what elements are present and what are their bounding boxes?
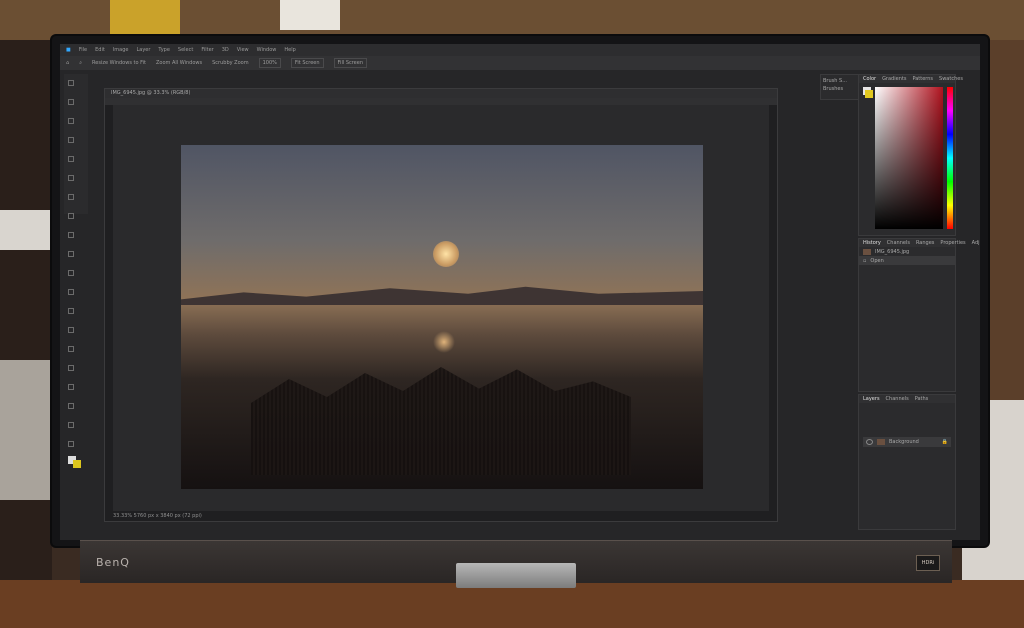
dodge-tool-icon[interactable] [68, 327, 74, 333]
status-bar: 33.33% 5760 px x 3840 px (72 ppi) [113, 513, 202, 519]
tab-history[interactable]: History [863, 239, 881, 247]
background-swatch[interactable] [73, 460, 81, 468]
scrubby-zoom-option[interactable]: Scrubby Zoom [212, 60, 248, 66]
menu-type[interactable]: Type [158, 47, 169, 53]
menu-filter[interactable]: Filter [201, 47, 213, 53]
sun-reflection [433, 331, 455, 353]
tab-color[interactable]: Color [863, 75, 876, 83]
screen: ■ File Edit Image Layer Type Select Filt… [60, 44, 980, 540]
resize-windows-option[interactable]: Resize Windows to Fit [92, 60, 146, 66]
snapshot-thumbnail [863, 248, 871, 255]
lasso-tool-icon[interactable] [68, 118, 74, 124]
menu-view[interactable]: View [237, 47, 249, 53]
history-panel-tabs: History Channels Ranges Properties Adjus… [859, 239, 980, 247]
left-shadow [0, 40, 52, 628]
white-object [280, 0, 340, 30]
menu-help[interactable]: Help [284, 47, 295, 53]
blur-tool-icon[interactable] [68, 308, 74, 314]
tab-layers[interactable]: Layers [863, 395, 880, 403]
type-tool-icon[interactable] [68, 365, 74, 371]
yellow-object [110, 0, 180, 36]
brushes-item[interactable]: Brushes [821, 84, 859, 92]
horizontal-ruler [105, 98, 777, 105]
menu-file[interactable]: File [79, 47, 87, 53]
zoom-icon[interactable]: ⌕ [79, 60, 82, 66]
move-tool-icon[interactable] [68, 80, 74, 86]
layer-controls [859, 403, 955, 437]
color-panel: Color Gradients Patterns Swatches [858, 74, 963, 236]
monitor-brand: BenQ [96, 556, 130, 569]
color-swatches[interactable] [64, 454, 88, 470]
history-step-icon: ▫ [863, 257, 867, 264]
history-step-label: Open [870, 257, 884, 264]
ps-logo-icon: ■ [66, 47, 71, 53]
shape-tool-icon[interactable] [68, 403, 74, 409]
tab-paths[interactable]: Paths [915, 395, 929, 403]
left-book [0, 210, 52, 250]
menu-layer[interactable]: Layer [136, 47, 150, 53]
history-panel: History Channels Ranges Properties Adjus… [858, 238, 980, 392]
canvas-area[interactable] [113, 105, 769, 511]
lock-icon: 🔒 [941, 439, 948, 445]
snapshot-label: IMG_6945.jpg [875, 248, 910, 255]
brush-tool-icon[interactable] [68, 213, 74, 219]
zoom-100-button[interactable]: 100% [258, 58, 281, 68]
history-brush-tool-icon[interactable] [68, 251, 74, 257]
history-snapshot[interactable]: IMG_6945.jpg [859, 247, 955, 256]
tab-channels[interactable]: Channels [887, 239, 910, 247]
tab-layers-channels[interactable]: Channels [886, 395, 909, 403]
color-picker-field[interactable] [875, 87, 943, 229]
tools-panel [64, 74, 88, 468]
hue-slider[interactable] [947, 87, 953, 229]
monitor-stand [456, 563, 576, 588]
tab-gradients[interactable]: Gradients [882, 75, 906, 83]
eyedropper-tool-icon[interactable] [68, 175, 74, 181]
options-bar: ⌂ ⌕ Resize Windows to Fit Zoom All Windo… [60, 56, 980, 70]
zoom-tool-icon[interactable] [68, 441, 74, 447]
layer-thumbnail [877, 439, 885, 445]
history-step-open[interactable]: ▫ Open [859, 256, 955, 265]
color-bg-swatch[interactable] [865, 90, 873, 98]
zoom-all-windows-option[interactable]: Zoom All Windows [156, 60, 202, 66]
tab-swatches[interactable]: Swatches [939, 75, 963, 83]
brush-settings-item[interactable]: Brush S... [821, 75, 859, 84]
mountains [181, 286, 703, 305]
document-tab[interactable]: IMG_6945.jpg @ 33.3% (RGB/8) [105, 89, 777, 98]
fill-screen-button[interactable]: Fill Screen [333, 58, 368, 68]
healing-tool-icon[interactable] [68, 194, 74, 200]
gradient-tool-icon[interactable] [68, 289, 74, 295]
menu-image[interactable]: Image [113, 47, 129, 53]
color-panel-tabs: Color Gradients Patterns Swatches [859, 75, 963, 83]
sun [433, 241, 459, 267]
crop-tool-icon[interactable] [68, 156, 74, 162]
tab-properties[interactable]: Properties [940, 239, 965, 247]
stamp-tool-icon[interactable] [68, 232, 74, 238]
quick-select-tool-icon[interactable] [68, 137, 74, 143]
layers-panel-tabs: Layers Channels Paths [859, 395, 955, 403]
hand-tool-icon[interactable] [68, 422, 74, 428]
home-icon[interactable]: ⌂ [66, 60, 69, 66]
fit-screen-button[interactable]: Fit Screen [290, 58, 324, 68]
hdr-badge: HDRi [916, 555, 940, 571]
tab-patterns[interactable]: Patterns [912, 75, 933, 83]
reeds [251, 367, 631, 475]
menu-window[interactable]: Window [257, 47, 277, 53]
path-select-tool-icon[interactable] [68, 384, 74, 390]
visibility-eye-icon[interactable] [866, 439, 873, 445]
tab-ranges[interactable]: Ranges [916, 239, 934, 247]
eraser-tool-icon[interactable] [68, 270, 74, 276]
menu-select[interactable]: Select [178, 47, 193, 53]
menu-edit[interactable]: Edit [95, 47, 105, 53]
layers-panel: Layers Channels Paths Background 🔒 [858, 394, 956, 530]
brush-mini-panel: Brush S... Brushes [820, 74, 860, 100]
tab-adjustments[interactable]: Adjustments [972, 239, 980, 247]
menu-3d[interactable]: 3D [222, 47, 229, 53]
layer-background[interactable]: Background 🔒 [863, 437, 951, 447]
layer-name: Background [889, 439, 919, 445]
sunset-photo [181, 145, 703, 489]
menu-bar: ■ File Edit Image Layer Type Select Filt… [60, 44, 980, 56]
pen-tool-icon[interactable] [68, 346, 74, 352]
marquee-tool-icon[interactable] [68, 99, 74, 105]
document-window: IMG_6945.jpg @ 33.3% (RGB/8) 33.33% 5760… [104, 88, 778, 522]
